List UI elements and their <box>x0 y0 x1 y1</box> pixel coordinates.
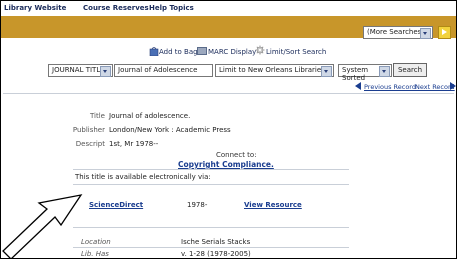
divider <box>3 93 454 94</box>
publisher-label: Publisher <box>72 126 105 134</box>
previous-arrow-icon[interactable] <box>355 82 362 90</box>
nav-course-reserves[interactable]: Course Reserves <box>83 4 149 12</box>
top-navigation: Library Website Course Reserves Help Top… <box>1 1 456 15</box>
next-arrow-icon[interactable] <box>450 82 457 90</box>
connect-to-label: Connect to: <box>216 151 257 159</box>
annotation-arrow-icon <box>2 194 83 258</box>
divider <box>73 169 349 170</box>
more-searches-label: (More Searches) <box>367 28 425 36</box>
divider <box>73 227 349 228</box>
search-type-select[interactable]: JOURNAL TITLE <box>48 64 113 77</box>
lib-has-value: v. 1-28 (1978-2005) <box>181 250 251 258</box>
descript-label: Descript <box>75 140 105 148</box>
publisher-value: London/New York : Academic Press <box>109 126 231 134</box>
chevron-down-icon[interactable] <box>420 28 431 39</box>
electronic-availability-note: This title is available electronically v… <box>75 173 211 181</box>
limit-select-value: Limit to New Orleans Libraries <box>219 66 325 74</box>
previous-record-link[interactable]: Previous Record <box>364 83 416 91</box>
descript-value: 1st, Mr 1978-- <box>109 140 159 148</box>
go-arrow-icon[interactable] <box>438 26 451 39</box>
search-input-value: Journal of Adolescence <box>118 66 198 74</box>
coverage-years: 1978- <box>187 201 208 209</box>
more-searches-select[interactable]: (More Searches) <box>363 26 433 39</box>
gear-icon[interactable] <box>254 45 266 55</box>
sort-select[interactable]: System Sorted <box>338 64 392 82</box>
search-type-value: JOURNAL TITLE <box>52 66 105 74</box>
copyright-compliance-link[interactable]: Copyright Compliance. <box>178 160 274 169</box>
title-label: Title <box>89 112 105 120</box>
divider <box>73 247 349 248</box>
search-input[interactable]: Journal of Adolescence <box>114 64 213 77</box>
next-record-link[interactable]: Next Record <box>415 83 455 91</box>
limit-select[interactable]: Limit to New Orleans Libraries <box>215 64 334 77</box>
divider <box>73 184 349 185</box>
search-button[interactable]: Search <box>393 63 427 77</box>
title-value: Journal of adolescence. <box>109 112 191 120</box>
nav-help-topics[interactable]: Help Topics <box>149 4 194 12</box>
location-value: Ische Serials Stacks <box>181 238 251 246</box>
chevron-down-icon[interactable] <box>379 66 390 77</box>
view-resource-link[interactable]: View Resource <box>244 201 302 209</box>
marc-display-icon[interactable] <box>196 46 208 56</box>
chevron-down-icon[interactable] <box>100 66 111 77</box>
limit-sort-link[interactable]: Limit/Sort Search <box>266 48 326 56</box>
marc-display-link[interactable]: MARC Display <box>208 48 256 56</box>
sciencedirect-link[interactable]: ScienceDirect <box>89 201 143 209</box>
nav-library-website[interactable]: Library Website <box>4 4 66 12</box>
browser-viewport: Library Website Course Reserves Help Top… <box>0 0 457 259</box>
add-to-bag-link[interactable]: Add to Bag <box>159 48 198 56</box>
chevron-down-icon[interactable] <box>321 66 332 77</box>
